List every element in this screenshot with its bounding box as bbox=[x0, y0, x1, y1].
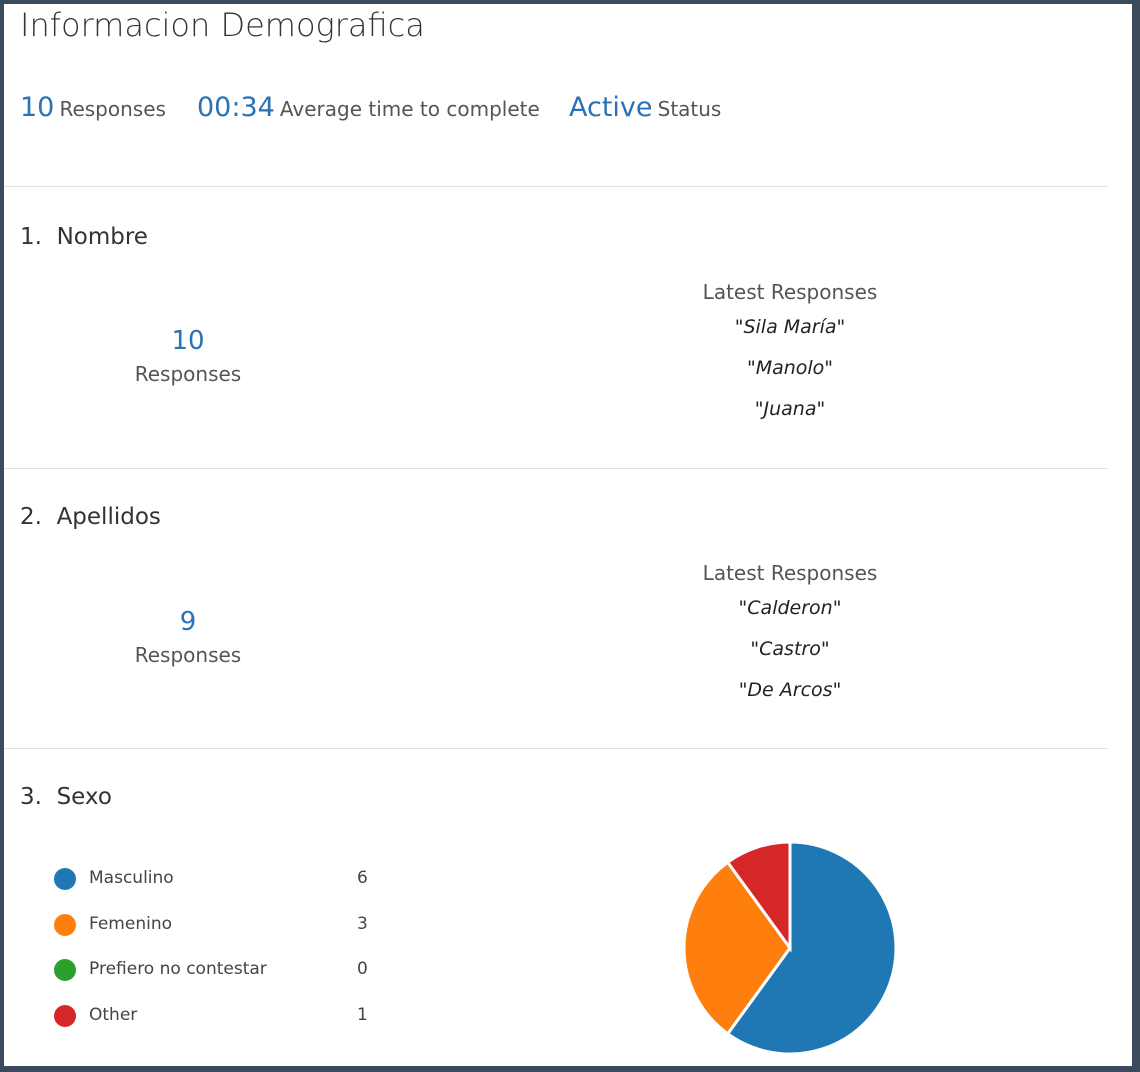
responses-stat: 10 Responses bbox=[20, 92, 166, 123]
legend-label: Masculino bbox=[89, 868, 174, 888]
question-2-title: 2. Apellidos bbox=[20, 504, 161, 530]
legend-count: 6 bbox=[357, 868, 368, 888]
question-2-latest-response: "Castro" bbox=[750, 638, 830, 660]
question-2-latest-response: "Calderon" bbox=[738, 597, 842, 619]
divider bbox=[4, 748, 1108, 749]
divider bbox=[4, 186, 1108, 187]
legend-swatch bbox=[54, 959, 76, 981]
pie-chart bbox=[682, 840, 898, 1056]
responses-label: Responses bbox=[59, 97, 166, 121]
legend-swatch bbox=[54, 868, 76, 890]
legend-count: 0 bbox=[357, 959, 368, 979]
responses-count: 10 bbox=[20, 92, 55, 123]
question-2-latest-response: "De Arcos" bbox=[738, 679, 842, 701]
legend-count: 1 bbox=[357, 1004, 368, 1025]
question-number: 3. bbox=[20, 784, 42, 810]
status-stat: Active Status bbox=[569, 92, 721, 123]
chart-legend: Masculino 6 Femenino 3 Prefiero no contestar… bbox=[54, 866, 394, 1046]
legend-item: Femenino 3 bbox=[54, 912, 394, 938]
question-1-latest-response: "Manolo" bbox=[746, 357, 834, 379]
legend-item: Prefiero no contestar 0 bbox=[54, 957, 394, 983]
legend-swatch bbox=[54, 1004, 76, 1027]
question-text: Nombre bbox=[56, 224, 148, 250]
question-1-latest-response: "Juana" bbox=[754, 398, 826, 420]
question-1-response-count: 10 bbox=[171, 326, 205, 356]
status-value: Active bbox=[569, 92, 653, 123]
legend-label: Other bbox=[89, 1004, 138, 1025]
question-text: Sexo bbox=[56, 784, 112, 810]
survey-summary-panel: Informacion Demografica 10 Responses 00:… bbox=[4, 4, 1132, 1066]
average-time-stat: 00:34 Average time to complete bbox=[197, 92, 540, 123]
question-2-responses-label: Responses bbox=[134, 643, 242, 667]
status-label: Status bbox=[657, 97, 722, 121]
legend-item: Other 1 bbox=[54, 1003, 394, 1029]
question-2-response-count: 9 bbox=[179, 607, 197, 637]
question-1-title: 1. Nombre bbox=[20, 224, 148, 250]
question-number: 2. bbox=[20, 504, 42, 530]
question-3-title: 3. Sexo bbox=[20, 784, 112, 810]
question-1-latest-response: "Sila María" bbox=[734, 316, 846, 338]
legend-label: Femenino bbox=[89, 913, 172, 934]
divider bbox=[4, 468, 1108, 469]
legend-label: Prefiero no contestar bbox=[89, 959, 267, 979]
question-1-latest-heading: Latest Responses bbox=[702, 280, 878, 304]
question-1-responses-label: Responses bbox=[134, 362, 242, 386]
question-2-latest-heading: Latest Responses bbox=[702, 561, 878, 585]
question-number: 1. bbox=[20, 224, 42, 250]
question-text: Apellidos bbox=[56, 504, 161, 530]
average-time-value: 00:34 bbox=[197, 92, 275, 123]
page-title: Informacion Demografica bbox=[20, 6, 425, 44]
legend-item: Masculino 6 bbox=[54, 866, 394, 892]
legend-count: 3 bbox=[357, 913, 368, 934]
average-time-label: Average time to complete bbox=[279, 97, 540, 121]
legend-swatch bbox=[54, 913, 76, 936]
